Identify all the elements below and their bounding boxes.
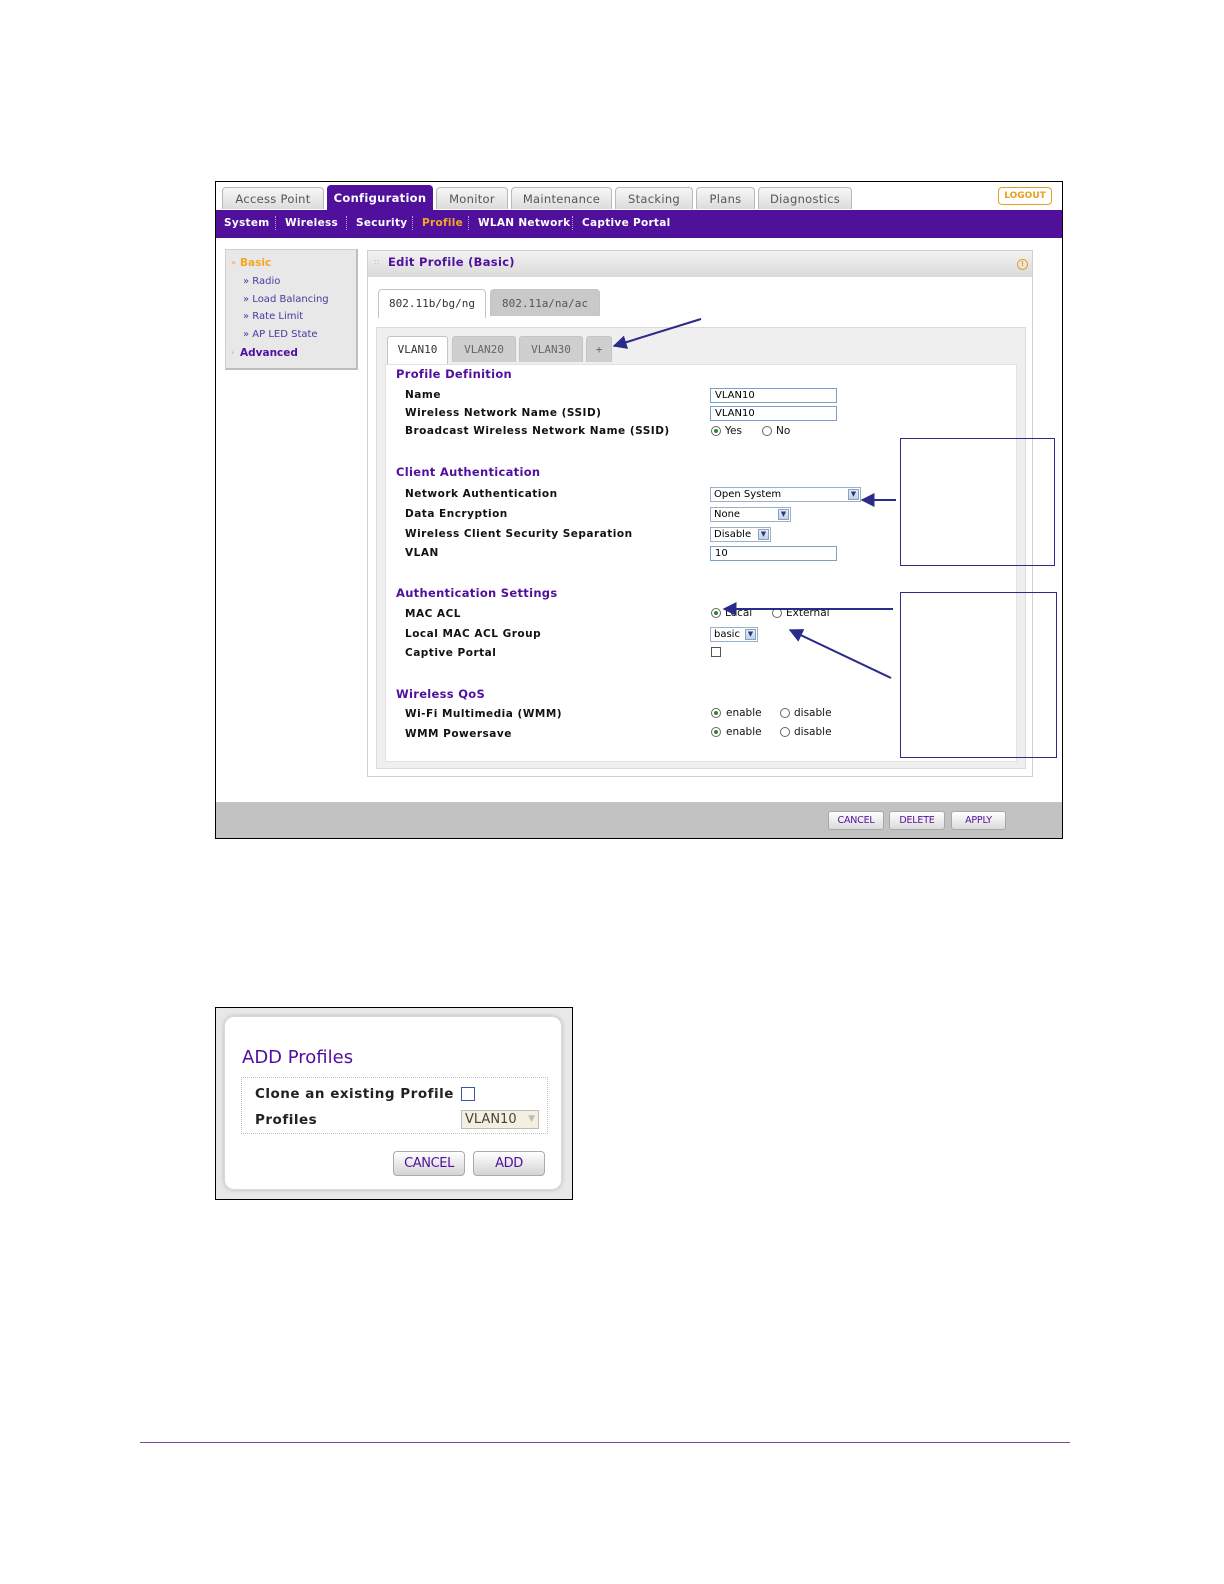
profiles-select-value: VLAN10: [465, 1112, 517, 1127]
annotation-arrows: [612, 318, 896, 679]
dialog-title: ADD Profiles: [242, 1047, 354, 1068]
page-footer-rule: [140, 1442, 1070, 1443]
dialog-form: Clone an existing Profile Profiles VLAN1…: [241, 1077, 548, 1134]
dialog-add-button[interactable]: ADD: [473, 1151, 545, 1176]
clone-profile-label: Clone an existing Profile: [255, 1086, 454, 1102]
add-profiles-dialog: ADD Profiles Clone an existing Profile P…: [224, 1016, 562, 1190]
chevron-down-icon: ▼: [528, 1114, 535, 1124]
profiles-label: Profiles: [255, 1112, 318, 1128]
dialog-cancel-button[interactable]: CANCEL: [393, 1151, 465, 1176]
add-profiles-dialog-screenshot: ADD Profiles Clone an existing Profile P…: [215, 1007, 573, 1200]
clone-profile-checkbox[interactable]: [461, 1087, 475, 1101]
arrow-to-add-tab: [612, 318, 702, 349]
arrow-to-mac-acl-group: [788, 629, 892, 679]
profiles-select[interactable]: VLAN10 ▼: [461, 1110, 539, 1129]
